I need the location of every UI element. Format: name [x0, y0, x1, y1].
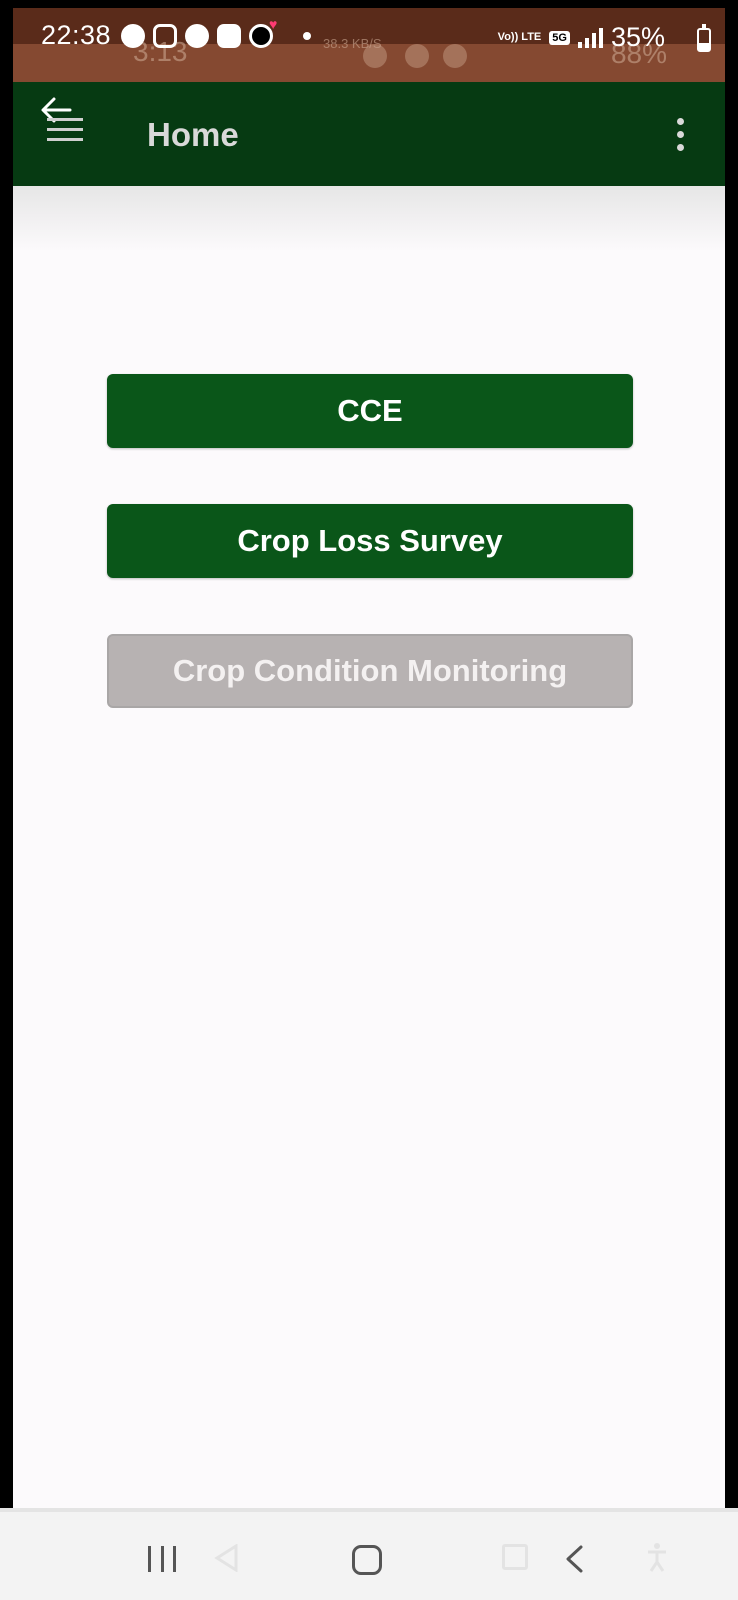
app-bar: Home	[13, 82, 725, 186]
recents-icon[interactable]	[148, 1546, 176, 1572]
home-icon[interactable]	[352, 1545, 382, 1575]
ghost-square-icon	[502, 1544, 528, 1570]
network-indicators: Vo)) LTE 5G 35%	[498, 22, 665, 53]
system-navigation-bar	[0, 1508, 738, 1600]
messages-icon	[121, 24, 145, 48]
app-bar-shadow	[13, 186, 725, 252]
battery-icon	[697, 24, 711, 52]
status-time: 22:38	[41, 20, 112, 50]
crop-condition-monitoring-button[interactable]: Crop Condition Monitoring	[107, 634, 633, 708]
status-bar: 22:38 ♥ Vo)) LTE 5G 35%	[13, 8, 725, 64]
volte-icon: Vo)) LTE	[497, 31, 542, 43]
ghost-accessibility-icon	[648, 1543, 666, 1572]
app-notification-icon	[217, 24, 241, 48]
hamburger-menu-icon[interactable]	[47, 118, 83, 146]
signal-strength-icon	[577, 27, 603, 48]
ghost-back-triangle-icon	[214, 1544, 238, 1572]
more-notifications-dot-icon	[303, 32, 312, 40]
5g-icon: 5G	[549, 30, 570, 45]
phone-screen: 3:13 38.3 KB/S 88% 22:38 ♥ Vo)) LTE 5G 3…	[0, 0, 738, 1600]
home-content: CCE Crop Loss Survey Crop Condition Moni…	[13, 186, 725, 1508]
heart-icon: ♥	[269, 16, 278, 32]
page-title: Home	[147, 116, 239, 153]
battery-percent: 35%	[610, 22, 665, 52]
cce-button[interactable]: CCE	[107, 374, 633, 448]
overflow-menu-icon[interactable]	[677, 118, 687, 152]
whatsapp-icon	[185, 24, 209, 48]
instagram-icon	[153, 24, 177, 48]
crop-loss-survey-button[interactable]: Crop Loss Survey	[107, 504, 633, 578]
notification-icons: ♥	[121, 16, 312, 50]
back-icon[interactable]	[562, 1544, 586, 1574]
